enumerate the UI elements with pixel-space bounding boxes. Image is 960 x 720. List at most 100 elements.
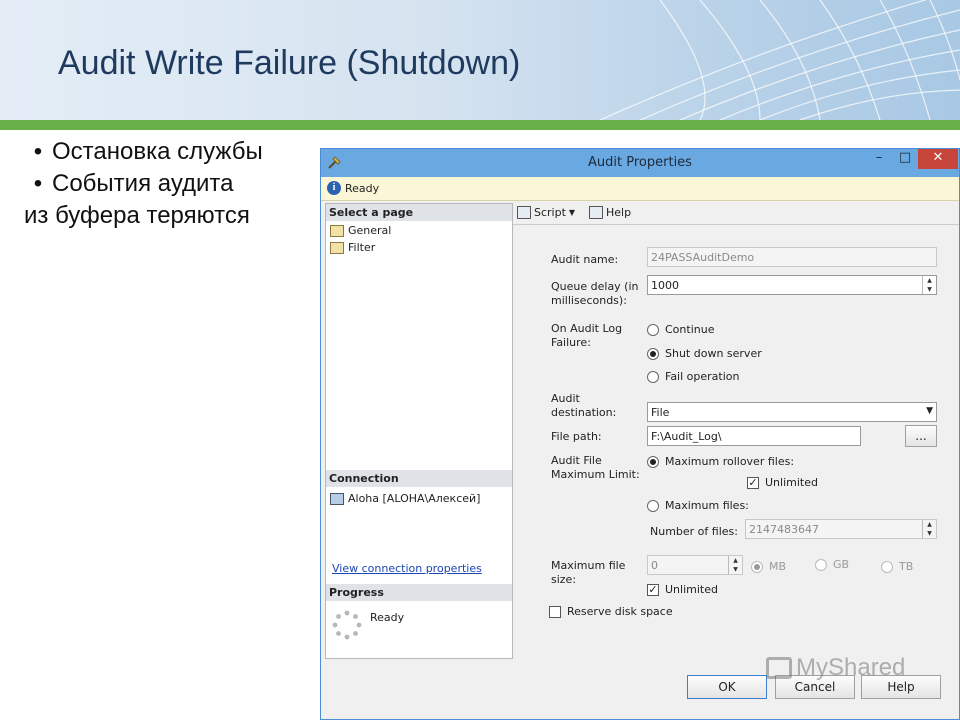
audit-properties-dialog: Audit Properties – □ ✕ i Ready Select a …: [320, 148, 960, 720]
dialog-titlebar[interactable]: Audit Properties – □ ✕: [321, 149, 959, 177]
page-icon: [330, 224, 344, 237]
radio-tb[interactable]: TB: [881, 560, 913, 573]
close-button[interactable]: ✕: [918, 149, 958, 169]
radio-button-selected[interactable]: [751, 560, 763, 573]
radio-continue[interactable]: Continue: [647, 323, 714, 336]
maximize-button[interactable]: □: [892, 149, 918, 169]
max-file-size-value: 0: [651, 559, 658, 572]
checkbox-checked-icon[interactable]: ✓: [747, 476, 759, 489]
browse-button[interactable]: ...: [905, 425, 937, 447]
stepper-arrows-icon[interactable]: ▲ ▼: [922, 276, 936, 294]
connection-label: Aloha [ALOHA\Алексей]: [348, 492, 481, 505]
watermark: MyShared: [766, 654, 905, 682]
radio-button-selected[interactable]: [647, 455, 659, 468]
queue-delay-label-line2: milliseconds):: [551, 294, 627, 307]
checkbox-label: Reserve disk space: [567, 605, 673, 618]
select-page-header: Select a page: [326, 204, 512, 221]
ok-button[interactable]: OK: [687, 675, 767, 699]
radio-button-selected[interactable]: [647, 347, 659, 360]
checkbox-checked-icon[interactable]: ✓: [647, 583, 659, 596]
left-pane: Select a page General Filter Connection …: [325, 203, 513, 659]
radio-label: Maximum rollover files:: [665, 455, 795, 468]
radio-mb[interactable]: MB: [751, 560, 786, 573]
page-item-filter[interactable]: Filter: [330, 241, 375, 254]
number-of-files-stepper[interactable]: 2147483647 ▲ ▼: [745, 519, 937, 539]
properties-pane: Script ▼ Help Audit name: 24PASSAuditDem…: [513, 203, 959, 659]
unlimited-rollover-checkbox[interactable]: ✓ Unlimited: [747, 476, 818, 489]
radio-label: MB: [769, 560, 787, 573]
number-of-files-label: Number of files:: [650, 525, 738, 538]
page-icon: [330, 241, 344, 254]
on-failure-label-line2: Failure:: [551, 336, 591, 349]
radio-button[interactable]: [647, 499, 659, 512]
help-label: Help: [606, 206, 632, 219]
toolbar: Script ▼ Help: [513, 203, 959, 225]
watermark-text: MyShared: [796, 654, 906, 681]
view-connection-properties-link[interactable]: View connection properties: [332, 562, 482, 575]
radio-button[interactable]: [647, 370, 659, 383]
progress-status: Ready: [370, 611, 405, 624]
accent-divider: [0, 120, 960, 130]
minimize-button[interactable]: –: [866, 149, 892, 169]
radio-button[interactable]: [647, 323, 659, 336]
radio-max-files[interactable]: Maximum files:: [647, 499, 749, 512]
checkbox-unchecked[interactable]: [549, 605, 561, 618]
file-path-field[interactable]: F:\Audit_Log\: [647, 426, 861, 446]
destination-label-line2: destination:: [551, 406, 617, 419]
radio-label: Shut down server: [665, 347, 762, 360]
chevron-down-icon: ▼: [568, 208, 576, 217]
radio-label: Continue: [665, 323, 715, 336]
checkbox-label: Unlimited: [765, 476, 818, 489]
radio-gb[interactable]: GB: [815, 558, 849, 571]
destination-label: Audit destination:: [551, 392, 616, 420]
page-item-label: Filter: [348, 241, 376, 254]
destination-label-line1: Audit: [551, 392, 580, 405]
max-file-size-stepper[interactable]: 0 ▲ ▼: [647, 555, 743, 575]
radio-fail-operation[interactable]: Fail operation: [647, 370, 739, 383]
stepper-arrows-icon[interactable]: ▲ ▼: [728, 556, 742, 574]
max-file-size-label-line2: size:: [551, 573, 577, 586]
progress-area: Ready: [326, 602, 512, 658]
bullet-continuation: из буфера теряются: [24, 202, 250, 229]
radio-max-rollover-files[interactable]: Maximum rollover files:: [647, 455, 794, 468]
bullet-dot: •: [33, 170, 43, 197]
destination-value: File: [651, 406, 670, 419]
file-path-label: File path:: [551, 430, 602, 443]
bullet-item: • События аудита: [24, 168, 263, 200]
radio-button[interactable]: [815, 558, 827, 571]
page-item-general[interactable]: General: [330, 224, 391, 237]
queue-delay-stepper[interactable]: 1000 ▲ ▼: [647, 275, 937, 295]
queue-delay-label: Queue delay (in milliseconds):: [551, 280, 639, 308]
dialog-title: Audit Properties: [588, 155, 692, 170]
radio-button[interactable]: [881, 560, 893, 573]
destination-select[interactable]: File ▼: [647, 402, 937, 422]
reserve-disk-space-checkbox[interactable]: Reserve disk space: [549, 605, 673, 618]
slide-title: Audit Write Failure (Shutdown): [58, 44, 521, 82]
max-limit-label-line2: Maximum Limit:: [551, 468, 640, 481]
max-file-size-label-line1: Maximum file: [551, 559, 626, 572]
unlimited-size-checkbox[interactable]: ✓ Unlimited: [647, 583, 718, 596]
help-toolbar-button[interactable]: Help: [589, 206, 631, 219]
status-text: Ready: [345, 182, 380, 195]
status-bar: i Ready: [321, 177, 959, 201]
page-item-label: General: [348, 224, 392, 237]
script-icon: [517, 206, 531, 219]
bullet-dot: •: [33, 138, 43, 165]
queue-delay-value: 1000: [651, 279, 679, 292]
on-failure-label: On Audit Log Failure:: [551, 322, 622, 350]
radio-label: TB: [899, 560, 914, 573]
stepper-arrows-icon[interactable]: ▲ ▼: [922, 520, 936, 538]
chevron-down-icon: ▼: [926, 406, 933, 416]
number-of-files-value: 2147483647: [749, 523, 819, 536]
bullet-text: События аудита: [52, 170, 234, 197]
script-button[interactable]: Script ▼: [517, 206, 575, 219]
bullet-text: Остановка службы: [52, 138, 263, 165]
on-failure-label-line1: On Audit Log: [551, 322, 623, 335]
radio-shut-down-server[interactable]: Shut down server: [647, 347, 762, 360]
slide: Audit Write Failure (Shutdown) • Остановк…: [0, 0, 960, 720]
audit-name-field[interactable]: 24PASSAuditDemo: [647, 247, 937, 267]
bullet-list: • Остановка службы • События аудита из буф…: [24, 136, 263, 232]
checkbox-label: Unlimited: [665, 583, 718, 596]
watermark-logo-icon: [766, 657, 792, 679]
progress-header: Progress: [326, 584, 512, 601]
